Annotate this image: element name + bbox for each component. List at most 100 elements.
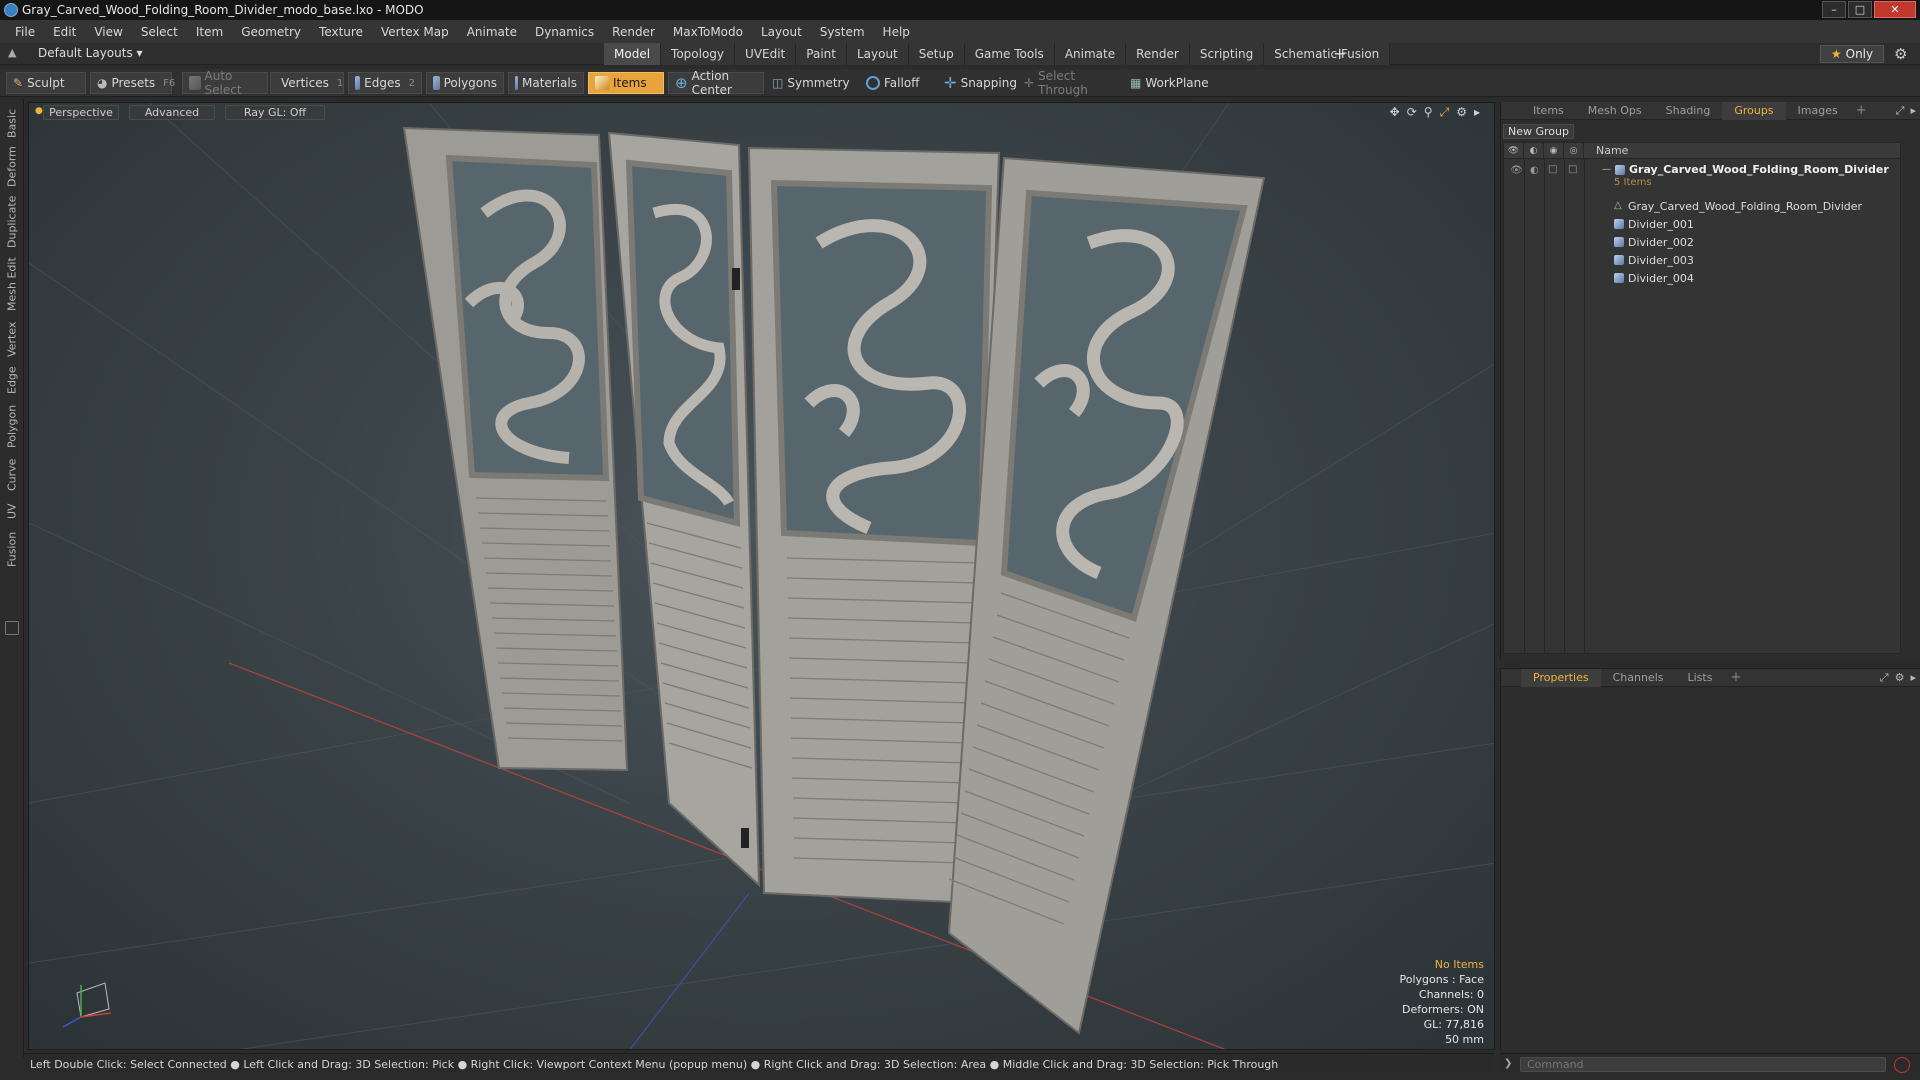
properties-menu-icon[interactable]: ▸ <box>1910 671 1916 685</box>
menu-dynamics[interactable]: Dynamics <box>526 25 603 39</box>
falloff-button[interactable]: Falloff <box>866 72 930 94</box>
polygons-button[interactable]: Polygons <box>426 72 504 94</box>
add-properties-tab-button[interactable]: + <box>1724 670 1747 685</box>
tree-row-root-locator[interactable]: △ Gray_Carved_Wood_Folding_Room_Divider <box>1504 197 1900 215</box>
vtab-polygon[interactable]: Polygon <box>3 401 21 451</box>
menu-view[interactable]: View <box>85 25 131 39</box>
edges-button[interactable]: Edges 2 <box>348 72 422 94</box>
group-lock-box[interactable]: □ <box>1548 164 1557 175</box>
lock-col-icon[interactable]: ◉ <box>1544 142 1564 159</box>
close-button[interactable]: ✕ <box>1874 1 1916 18</box>
gear-icon[interactable]: ⚙ <box>1894 45 1907 63</box>
vtab-mesh-edit[interactable]: Mesh Edit <box>3 255 21 313</box>
tab-render[interactable]: Render <box>1126 43 1190 65</box>
zoom-icon[interactable]: ⚲ <box>1424 105 1433 120</box>
command-input[interactable] <box>1520 1057 1886 1072</box>
tab-layout[interactable]: Layout <box>846 43 909 65</box>
new-group-button[interactable]: New Group <box>1503 124 1574 139</box>
tab-properties[interactable]: Properties <box>1521 668 1601 687</box>
tab-scripting[interactable]: Scripting <box>1189 43 1265 65</box>
menu-animate[interactable]: Animate <box>458 25 526 39</box>
menu-file[interactable]: File <box>6 25 44 39</box>
maximize-button[interactable]: □ <box>1848 1 1872 18</box>
presets-button[interactable]: ◕ Presets F6 <box>90 72 175 94</box>
vtab-fusion[interactable]: Fusion <box>3 527 21 571</box>
advanced-dropdown[interactable]: Advanced <box>129 105 215 120</box>
visibility-col-icon[interactable]: 👁 <box>1504 142 1524 159</box>
tab-setup[interactable]: Setup <box>908 43 965 65</box>
menu-layout[interactable]: Layout <box>752 25 811 39</box>
menu-help[interactable]: Help <box>874 25 919 39</box>
menu-texture[interactable]: Texture <box>310 25 372 39</box>
vtab-uv[interactable]: UV <box>3 499 21 523</box>
vtab-curve[interactable]: Curve <box>3 455 21 495</box>
rotate-icon[interactable]: ⟳ <box>1407 105 1417 120</box>
menu-render[interactable]: Render <box>603 25 664 39</box>
tab-groups[interactable]: Groups <box>1722 101 1786 120</box>
tab-model[interactable]: Model <box>604 43 662 65</box>
vtab-vertex[interactable]: Vertex <box>3 319 21 359</box>
minimize-button[interactable]: – <box>1822 1 1846 18</box>
viewport-expand-icon[interactable]: ▸ <box>1474 105 1480 120</box>
group-row[interactable]: 👁 ◐ □ □ — Gray_Carved_Wood_Folding_Room_… <box>1504 161 1900 191</box>
tab-uvedit[interactable]: UVEdit <box>735 43 797 65</box>
collapse-arrow-icon[interactable]: — <box>1602 165 1611 175</box>
expand-toolbox-icon[interactable] <box>5 621 19 635</box>
fit-icon[interactable]: ⤢ <box>1440 105 1450 120</box>
vtab-basic[interactable]: Basic <box>3 105 21 141</box>
menu-maxtomodo[interactable]: MaxToModo <box>664 25 752 39</box>
menu-geometry[interactable]: Geometry <box>232 25 310 39</box>
symmetry-button[interactable]: ◫ Symmetry <box>772 72 858 94</box>
menu-edit[interactable]: Edit <box>44 25 85 39</box>
sculpt-button[interactable]: ✎ Sculpt <box>6 72 86 94</box>
layout-collapse-icon[interactable]: ▲ <box>8 46 22 60</box>
add-panel-tab-button[interactable]: + <box>1850 103 1873 118</box>
tab-schematic-fusion[interactable]: Schematic Fusion <box>1264 43 1391 65</box>
raygl-toggle[interactable]: Ray GL: Off <box>225 105 325 120</box>
group-visibility-icon[interactable]: 👁 <box>1510 165 1523 176</box>
tab-animate[interactable]: Animate <box>1054 43 1127 65</box>
tree-row-divider-001[interactable]: Divider_001 <box>1504 215 1900 233</box>
tree-row-divider-004[interactable]: Divider_004 <box>1504 269 1900 287</box>
command-history-icon[interactable]: ❯ <box>1504 1058 1512 1069</box>
viewport-settings-icon[interactable]: ⚙ <box>1456 105 1467 120</box>
select-through-button[interactable]: ✛ Select Through <box>1024 69 1128 97</box>
group-render-icon[interactable]: ◐ <box>1530 165 1539 176</box>
maximize-panel-icon[interactable]: ⤢ <box>1896 104 1905 118</box>
menu-vertex-map[interactable]: Vertex Map <box>372 25 458 39</box>
menu-select[interactable]: Select <box>132 25 187 39</box>
snapping-button[interactable]: ✛ Snapping <box>944 72 1034 94</box>
maximize-properties-icon[interactable]: ⤢ <box>1880 671 1889 685</box>
viewport-menu-dot[interactable]: ● <box>35 106 43 116</box>
render-col-icon[interactable]: ◐ <box>1524 142 1544 159</box>
auto-select-button[interactable]: Auto Select <box>182 69 268 97</box>
name-column-header[interactable]: Name <box>1584 144 1628 157</box>
tab-paint[interactable]: Paint <box>796 43 847 65</box>
pan-icon[interactable]: ✥ <box>1390 105 1400 120</box>
panel-menu-icon[interactable]: ▸ <box>1910 104 1916 118</box>
vertices-button[interactable]: Vertices 1 <box>270 72 344 94</box>
command-record-button[interactable] <box>1894 1057 1910 1073</box>
tab-shading[interactable]: Shading <box>1654 102 1723 120</box>
tree-row-divider-003[interactable]: Divider_003 <box>1504 251 1900 269</box>
action-center-button[interactable]: ⊕ Action Center <box>668 69 764 97</box>
layout-selector[interactable]: Default Layouts ▾ <box>38 46 143 60</box>
materials-button[interactable]: Materials <box>508 72 584 94</box>
vtab-duplicate[interactable]: Duplicate <box>3 195 21 249</box>
tab-topology[interactable]: Topology <box>661 43 736 65</box>
tree-row-divider-002[interactable]: Divider_002 <box>1504 233 1900 251</box>
tab-images[interactable]: Images <box>1786 102 1850 120</box>
menu-system[interactable]: System <box>811 25 874 39</box>
only-button[interactable]: ★ Only <box>1820 45 1884 63</box>
perspective-dropdown[interactable]: Perspective <box>43 105 119 120</box>
tab-game-tools[interactable]: Game Tools <box>964 43 1055 65</box>
3d-viewport[interactable]: ● Perspective Advanced Ray GL: Off ✥ ⟳ ⚲… <box>28 102 1495 1050</box>
workplane-button[interactable]: ▦ WorkPlane <box>1130 72 1222 94</box>
add-tab-button[interactable]: + <box>1333 44 1346 63</box>
tab-lists[interactable]: Lists <box>1676 669 1725 687</box>
menu-item[interactable]: Item <box>187 25 232 39</box>
tab-channels[interactable]: Channels <box>1601 669 1676 687</box>
vtab-deform[interactable]: Deform <box>3 145 21 189</box>
properties-gear-icon[interactable]: ⚙ <box>1895 671 1905 685</box>
group-select-box[interactable]: □ <box>1568 164 1577 175</box>
